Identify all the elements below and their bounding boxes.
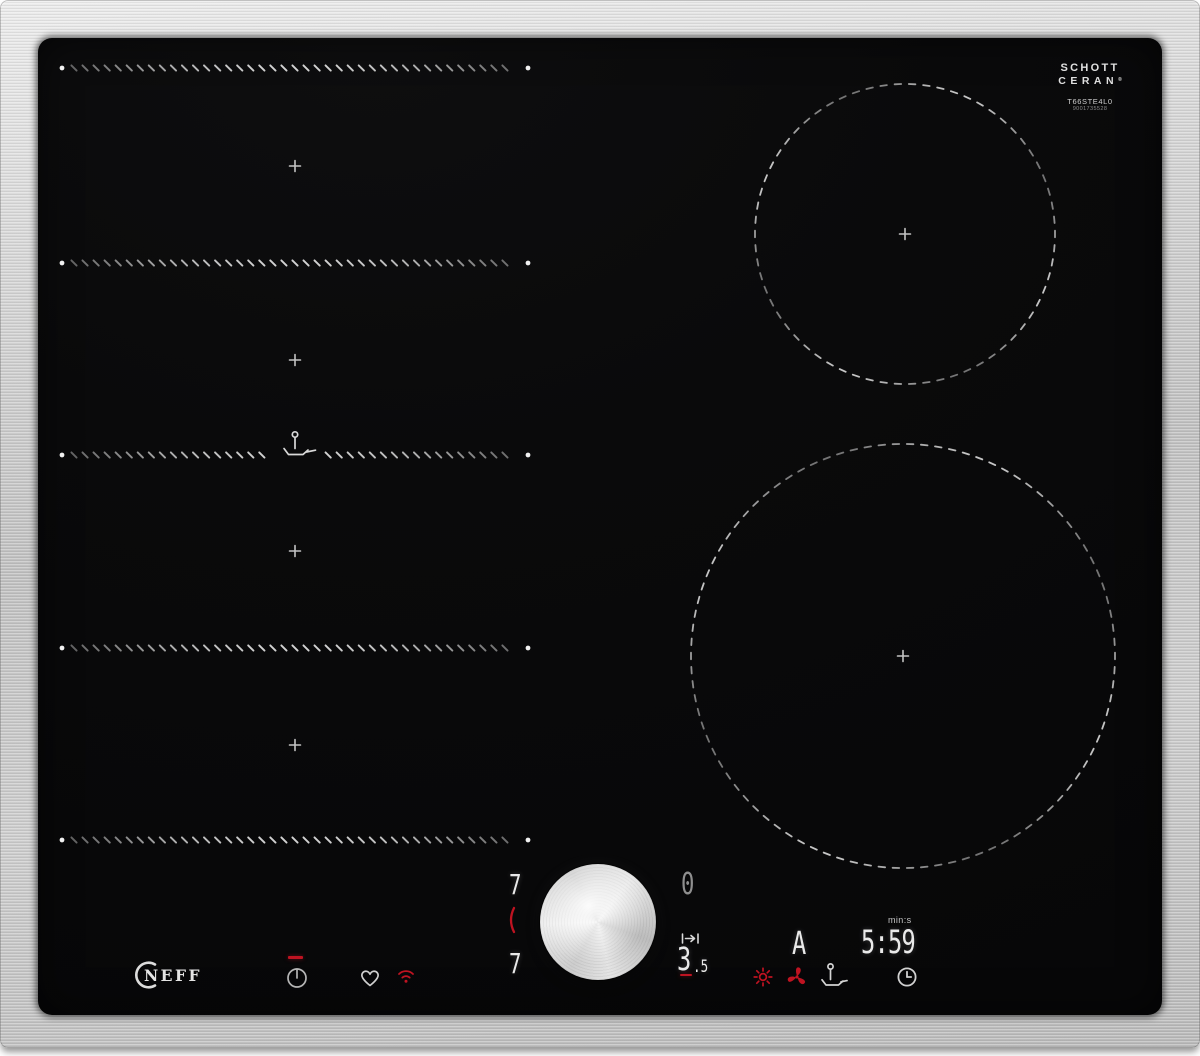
power-icon [284, 964, 310, 990]
auto-heatup-display: A [792, 927, 806, 959]
ceran-wordmark: CERAN® [1040, 76, 1140, 87]
wifi-button[interactable] [394, 964, 418, 986]
induction-hob: SCHOTT CERAN® T66STE4L0 9001735528 NEFF … [0, 0, 1200, 1056]
zone-select-indicator-icon [505, 906, 517, 934]
keep-warm-button[interactable] [751, 965, 775, 989]
product-code: 9001735528 [1040, 107, 1140, 113]
timer-display: 5:59 [861, 926, 915, 958]
move-level-display: 3 [677, 943, 691, 975]
frying-sensor-button[interactable] [820, 962, 848, 989]
glass-branding: SCHOTT CERAN® T66STE4L0 9001735528 [1040, 63, 1140, 113]
heart-icon [358, 966, 382, 988]
flex-rear-level-display: 7 [509, 871, 521, 899]
schott-wordmark: SCHOTT [1040, 63, 1140, 74]
timer-button[interactable] [895, 965, 919, 989]
pan-with-thermometer-icon [820, 962, 848, 989]
neff-logo-text: NEFF [144, 966, 202, 985]
twistpad-knob[interactable] [540, 864, 656, 980]
neff-logo: NEFF [131, 958, 219, 992]
move-level-decimal-display: .5 [693, 959, 708, 976]
flex-front-level-display: 7 [509, 950, 521, 978]
model-number: T66STE4L0 [1040, 98, 1140, 106]
fan-icon [785, 965, 809, 989]
power-indicator-dash [288, 956, 303, 959]
ventilation-button[interactable] [785, 965, 809, 989]
wifi-icon [394, 964, 418, 986]
clock-icon [895, 965, 919, 989]
registered-mark: ® [1118, 77, 1122, 83]
favourite-button[interactable] [358, 966, 382, 988]
power-button[interactable] [284, 964, 310, 990]
right-rear-level-display: 0 [681, 870, 694, 900]
sun-icon [751, 965, 775, 989]
